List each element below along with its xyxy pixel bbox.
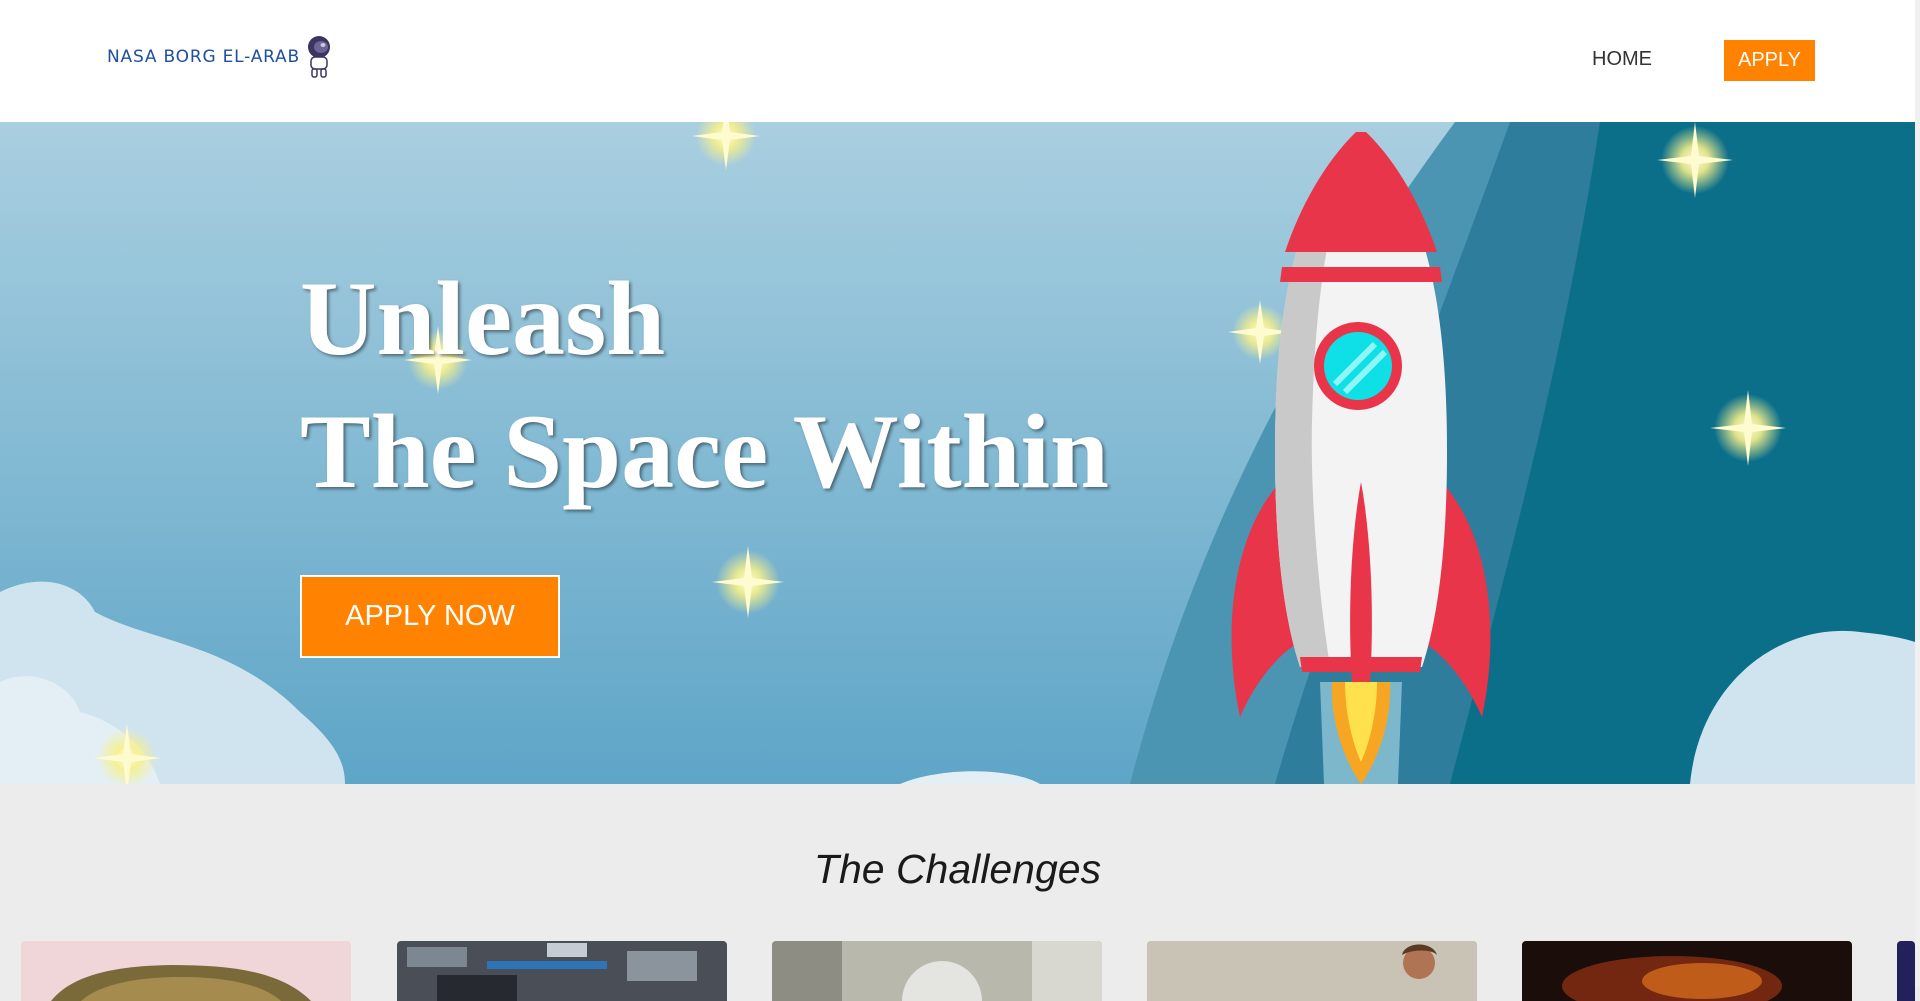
partial-card-image <box>1897 941 1915 1001</box>
challenge-card-partial[interactable] <box>1897 941 1915 1001</box>
apply-now-button[interactable]: APPLY NOW <box>300 575 560 658</box>
page-scrollbar[interactable] <box>1915 0 1920 987</box>
challenge-card-nebula[interactable] <box>1522 941 1852 1001</box>
challenge-card-rock[interactable] <box>21 941 351 1001</box>
top-navbar: NASA BORG EL-ARAB HOME APPLY <box>0 0 1915 122</box>
hero-headline: Unleash The Space Within <box>300 252 1109 518</box>
space-station-interior-image <box>397 941 727 1001</box>
astronaut-icon <box>307 36 330 78</box>
hero-headline-line1: Unleash <box>300 260 666 377</box>
nav-apply-button[interactable]: APPLY <box>1724 40 1815 81</box>
nebula-image <box>1522 941 1852 1001</box>
hero-headline-line2: The Space Within <box>300 393 1109 510</box>
site-logo[interactable]: NASA BORG EL-ARAB <box>107 34 333 80</box>
challenge-card-astronaut[interactable] <box>1147 941 1477 1001</box>
robot-assistant-image <box>772 941 1102 1001</box>
nav-home-link[interactable]: HOME <box>1592 48 1652 71</box>
logo-text: NASA BORG EL-ARAB <box>107 47 300 67</box>
astronaut-portrait-image <box>1147 941 1477 1001</box>
hero-banner: Unleash The Space Within APPLY NOW <box>0 122 1915 784</box>
challenge-card-robot[interactable] <box>772 941 1102 1001</box>
challenges-heading: The Challenges <box>813 846 1102 892</box>
challenge-card-station[interactable] <box>397 941 727 1001</box>
rock-formation-image <box>21 941 351 1001</box>
